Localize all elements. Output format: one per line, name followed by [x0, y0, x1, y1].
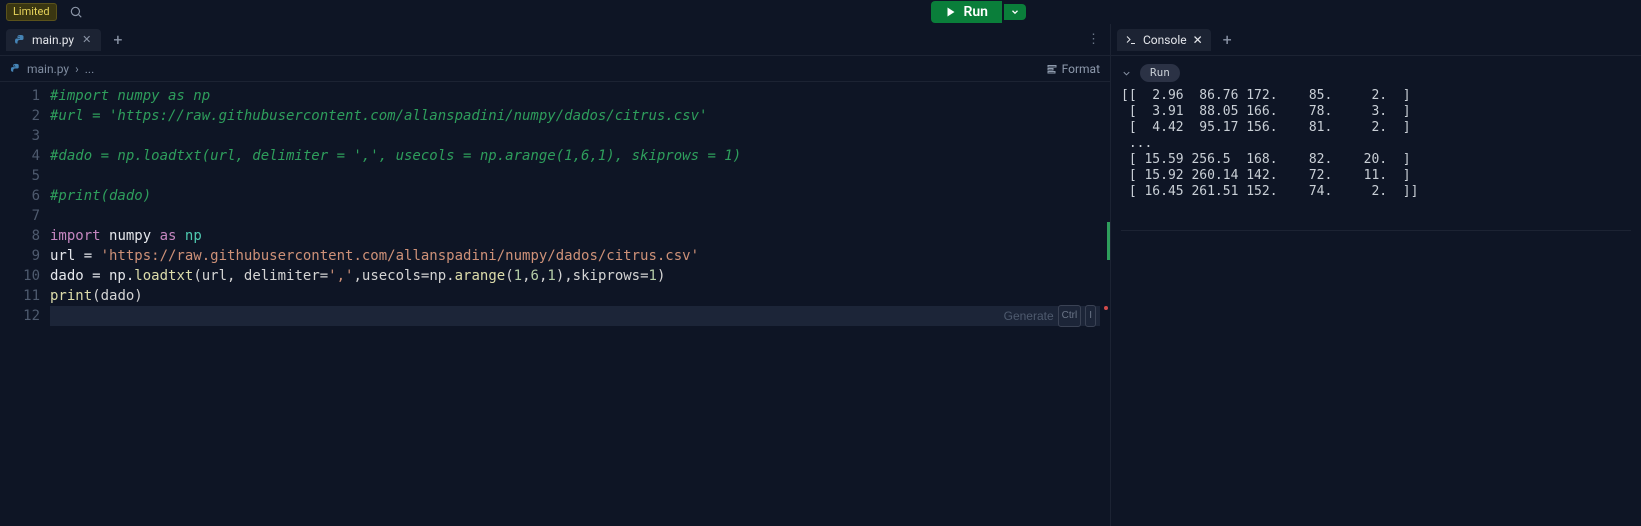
- search-icon[interactable]: [69, 5, 83, 19]
- format-label: Format: [1062, 62, 1100, 76]
- editor-tabbar: main.py ✕ + ⋮: [0, 24, 1110, 56]
- tab-filename: main.py: [32, 33, 74, 47]
- generate-hint[interactable]: Generate Ctrl I: [1004, 306, 1096, 326]
- add-tab-button[interactable]: +: [1217, 30, 1238, 49]
- breadcrumb-sep: ›: [75, 62, 79, 76]
- run-label: Run: [963, 4, 988, 20]
- topbar: Limited Run: [0, 0, 1641, 24]
- run-button[interactable]: Run: [931, 1, 1002, 23]
- key-i: I: [1085, 305, 1096, 327]
- console-icon: [1125, 34, 1137, 46]
- close-icon[interactable]: ✕: [80, 33, 93, 46]
- format-icon: [1046, 63, 1058, 75]
- console-output: [[ 2.96 86.76 172. 85. 2. ] [ 3.91 88.05…: [1121, 88, 1631, 231]
- breadcrumb-file[interactable]: main.py: [27, 62, 69, 76]
- tab-main-py[interactable]: main.py ✕: [6, 29, 101, 51]
- console-tab-label: Console: [1143, 33, 1187, 47]
- chevron-down-icon: [1121, 68, 1132, 79]
- console-tabbar: Console ✕ +: [1111, 24, 1641, 56]
- key-ctrl: Ctrl: [1058, 305, 1082, 327]
- play-icon: [945, 6, 957, 18]
- code-editor[interactable]: 1 2 3 4 5 6 7 8 9 10 11 12 #import numpy…: [0, 82, 1110, 526]
- limited-badge[interactable]: Limited: [6, 3, 57, 21]
- minimap[interactable]: [1100, 82, 1110, 526]
- close-icon[interactable]: ✕: [1193, 33, 1203, 47]
- breadcrumb: main.py › ... Format: [0, 56, 1110, 82]
- code-area[interactable]: #import numpy as np #url = 'https://raw.…: [50, 82, 1110, 526]
- editor-pane: main.py ✕ + ⋮ main.py › ... Format 1 2 3: [0, 24, 1111, 526]
- line-gutter: 1 2 3 4 5 6 7 8 9 10 11 12: [0, 82, 50, 526]
- breadcrumb-ellipsis[interactable]: ...: [85, 62, 95, 76]
- tab-console[interactable]: Console ✕: [1117, 29, 1211, 51]
- console-body[interactable]: Run [[ 2.96 86.76 172. 85. 2. ] [ 3.91 8…: [1111, 56, 1641, 239]
- format-button[interactable]: Format: [1046, 62, 1100, 76]
- chevron-down-icon: [1010, 7, 1020, 17]
- python-icon: [10, 63, 21, 74]
- run-dropdown[interactable]: [1004, 4, 1026, 20]
- run-chip: Run: [1140, 64, 1180, 82]
- kebab-menu-icon[interactable]: ⋮: [1087, 32, 1100, 47]
- add-tab-button[interactable]: +: [107, 30, 128, 49]
- console-pane: Console ✕ + Run [[ 2.96 86.76 172. 85. 2…: [1111, 24, 1641, 526]
- python-icon: [14, 34, 26, 46]
- console-run-header[interactable]: Run: [1121, 64, 1631, 82]
